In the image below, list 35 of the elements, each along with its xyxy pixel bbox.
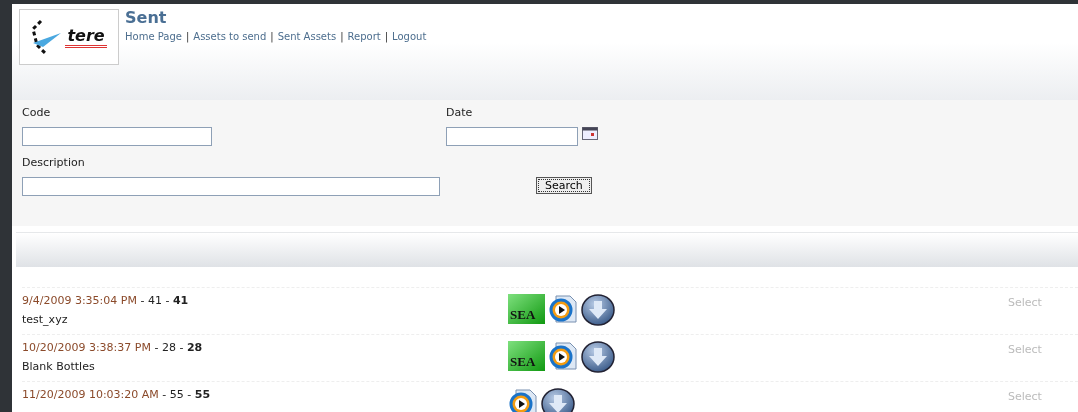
result-description: test_xyz [22, 313, 69, 326]
result-description: Blank Bottles [22, 360, 96, 373]
nav-separator: | [340, 31, 344, 42]
nav-separator: | [270, 31, 274, 42]
result-codes: - 28 - 28 [154, 341, 203, 354]
sea-file-icon[interactable]: SEA [508, 341, 545, 371]
sea-file-icon[interactable]: SEA [508, 294, 545, 324]
nav-link[interactable]: Sent Assets [277, 31, 337, 42]
download-icon[interactable] [541, 388, 575, 412]
description-label: Description [22, 156, 86, 169]
download-icon[interactable] [581, 294, 615, 326]
date-label: Date [446, 106, 474, 119]
nav-link[interactable]: Logout [392, 31, 427, 42]
nav-separator: | [384, 31, 389, 42]
logo-text: tere [65, 26, 107, 48]
result-date: 10/20/2009 3:38:37 PM [22, 341, 151, 354]
code-label: Code [22, 106, 52, 119]
code-input[interactable] [22, 127, 212, 146]
result-date: 9/4/2009 3:35:04 PM [22, 294, 137, 307]
nav-link[interactable]: Assets to send [193, 31, 267, 42]
result-codes: - 55 - 55 [162, 388, 211, 401]
media-file-icon[interactable] [548, 294, 578, 324]
calendar-icon[interactable] [582, 127, 598, 140]
media-file-icon[interactable] [548, 341, 578, 371]
description-input[interactable] [22, 177, 440, 196]
download-icon[interactable] [581, 341, 615, 373]
date-input[interactable] [446, 127, 578, 146]
nav-separator: | [185, 31, 190, 42]
nav-link[interactable]: Home Page [125, 31, 182, 42]
media-file-icon[interactable] [508, 388, 538, 412]
page-title: Sent [125, 9, 168, 27]
nav-link[interactable]: Report [347, 31, 381, 42]
search-button[interactable]: Search [536, 177, 592, 194]
result-date: 11/20/2009 10:03:20 AM [22, 388, 159, 401]
result-codes: - 41 - 41 [140, 294, 189, 307]
